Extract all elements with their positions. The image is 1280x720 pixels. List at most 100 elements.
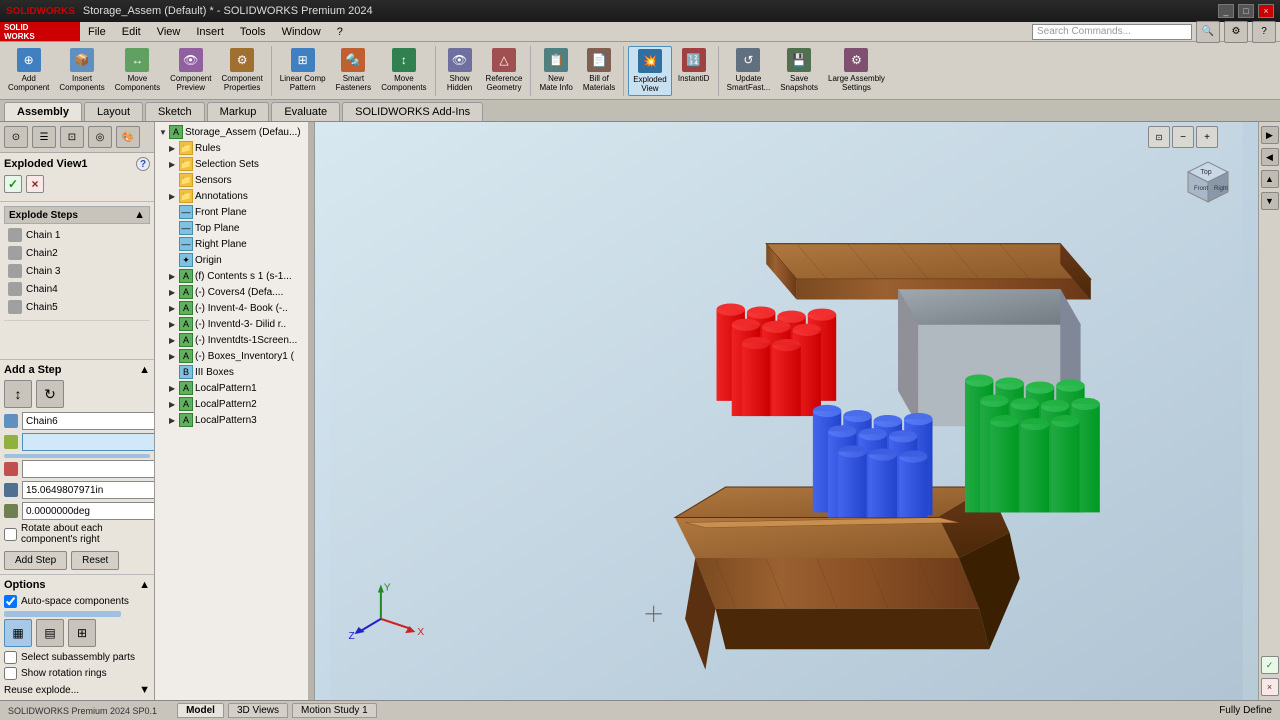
status-tab-motion[interactable]: Motion Study 1 — [292, 703, 377, 718]
select-subassembly-checkbox[interactable] — [4, 651, 17, 664]
tree-item-inventdts[interactable]: ▶ A (-) Inventdts-1Screen... — [167, 332, 306, 348]
tree-item-top-plane[interactable]: — Top Plane — [167, 220, 306, 236]
rotate-checkbox[interactable] — [4, 528, 17, 541]
minimize-button[interactable]: _ — [1218, 4, 1234, 18]
tree-item-inventd3[interactable]: ▶ A (-) Inventd-3- Dilid r.. — [167, 316, 306, 332]
menu-help[interactable]: ? — [329, 24, 351, 40]
tree-item-rules[interactable]: ▶ 📁 Rules — [167, 140, 306, 156]
opt-icon-3[interactable]: ⊞ — [68, 619, 96, 647]
add-step-header[interactable]: Add a Step ▲ — [4, 364, 150, 376]
insert-components-button[interactable]: 📦 InsertComponents — [55, 46, 108, 96]
distance-input[interactable] — [22, 481, 155, 499]
ref-geometry-button[interactable]: △ ReferenceGeometry — [482, 46, 527, 96]
move-comp2-button[interactable]: ↕ MoveComponents — [377, 46, 430, 96]
tree-item-covers[interactable]: ▶ A (-) Covers4 (Defa.... — [167, 284, 306, 300]
new-mate-button[interactable]: 📋 NewMate Info — [535, 46, 576, 96]
step-chain4[interactable]: Chain4 — [4, 280, 150, 298]
rpanel-btn-2[interactable]: ◀ — [1261, 148, 1279, 166]
search-input[interactable]: Search Commands... — [1032, 24, 1192, 40]
orientation-cube[interactable]: Top Front Right — [1178, 152, 1228, 202]
component-props-button[interactable]: ⚙ ComponentProperties — [217, 46, 266, 96]
angle-input[interactable] — [22, 502, 155, 520]
tree-item-selsets[interactable]: ▶ 📁 Selection Sets — [167, 156, 306, 172]
step-chain2[interactable]: Chain2 — [4, 244, 150, 262]
maximize-button[interactable]: □ — [1238, 4, 1254, 18]
panel-btn-3[interactable]: ⊡ — [60, 126, 84, 148]
tree-item-right-plane[interactable]: — Right Plane — [167, 236, 306, 252]
resize-handle[interactable] — [308, 122, 314, 700]
auto-space-checkbox[interactable] — [4, 595, 17, 608]
menu-insert[interactable]: Insert — [188, 24, 232, 40]
tree-item-lp1[interactable]: ▶ A LocalPattern1 — [167, 380, 306, 396]
confirm-close-button[interactable]: × — [26, 175, 44, 193]
tab-assembly[interactable]: Assembly — [4, 102, 82, 121]
tab-addins[interactable]: SOLIDWORKS Add-Ins — [342, 102, 483, 121]
large-assembly-button[interactable]: ⚙ Large AssemblySettings — [824, 46, 889, 96]
tree-item-contents[interactable]: ▶ A (f) Contents s 1 (s-1... — [167, 268, 306, 284]
rpanel-btn-1[interactable]: ▶ — [1261, 126, 1279, 144]
show-hidden-button[interactable]: 👁 ShowHidden — [440, 46, 480, 96]
smart-fasteners-button[interactable]: 🔩 SmartFasteners — [332, 46, 376, 96]
tree-item-lp3[interactable]: ▶ A LocalPattern3 — [167, 412, 306, 428]
step-name-input[interactable] — [22, 412, 155, 430]
linear-pattern-button[interactable]: ⊞ Linear CompPattern — [276, 46, 330, 96]
options-button[interactable]: ⚙ — [1224, 21, 1248, 43]
status-tab-3dviews[interactable]: 3D Views — [228, 703, 288, 718]
tree-item-annotations[interactable]: ▶ 📁 Annotations — [167, 188, 306, 204]
component-input[interactable] — [22, 433, 155, 451]
step-chain5[interactable]: Chain5 — [4, 298, 150, 316]
tab-evaluate[interactable]: Evaluate — [271, 102, 340, 121]
viewport-zoom-in-button[interactable]: + — [1196, 126, 1218, 148]
update-smartfast-button[interactable]: ↺ UpdateSmartFast... — [723, 46, 775, 96]
panel-btn-4[interactable]: ◎ — [88, 126, 112, 148]
direction-input[interactable] — [22, 460, 155, 478]
menu-file[interactable]: File — [80, 24, 114, 40]
menu-edit[interactable]: Edit — [114, 24, 149, 40]
tree-item-sensors[interactable]: 📁 Sensors — [167, 172, 306, 188]
reuse-arrow[interactable]: ▼ — [139, 684, 150, 696]
step-chain1[interactable]: Chain 1 — [4, 226, 150, 244]
step-chain3[interactable]: Chain 3 — [4, 262, 150, 280]
tab-sketch[interactable]: Sketch — [145, 102, 205, 121]
panel-btn-2[interactable]: ☰ — [32, 126, 56, 148]
menu-tools[interactable]: Tools — [232, 24, 274, 40]
rpanel-check-button[interactable]: ✓ — [1261, 656, 1279, 674]
reset-button[interactable]: Reset — [71, 551, 119, 570]
tree-item-boxes[interactable]: ▶ A (-) Boxes_Inventory1 ( — [167, 348, 306, 364]
panel-btn-5[interactable]: 🎨 — [116, 126, 140, 148]
component-preview-button[interactable]: 👁 ComponentPreview — [166, 46, 215, 96]
tree-item-origin[interactable]: ✦ Origin — [167, 252, 306, 268]
tree-item-front-plane[interactable]: — Front Plane — [167, 204, 306, 220]
search-button[interactable]: 🔍 — [1196, 21, 1220, 43]
tree-item-boxes2[interactable]: B III Boxes — [167, 364, 306, 380]
exploded-view-button[interactable]: 💥 ExplodedView — [628, 46, 671, 96]
menu-window[interactable]: Window — [274, 24, 329, 40]
show-rotation-checkbox[interactable] — [4, 667, 17, 680]
opt-icon-1[interactable]: ▦ — [4, 619, 32, 647]
viewport-zoom-out-button[interactable]: − — [1172, 126, 1194, 148]
tree-item-invent4[interactable]: ▶ A (-) Invent-4- Book (-.. — [167, 300, 306, 316]
help-icon[interactable]: ? — [136, 157, 150, 171]
save-snapshots-button[interactable]: 💾 SaveSnapshots — [776, 46, 822, 96]
help-icon-btn[interactable]: ? — [1252, 21, 1276, 43]
status-tab-model[interactable]: Model — [177, 703, 224, 718]
rpanel-btn-4[interactable]: ▼ — [1261, 192, 1279, 210]
options-header[interactable]: Options ▲ — [4, 579, 150, 591]
3d-viewport[interactable]: ↖ ↻ 🔍 ✋ □ ■ ⊡ ⊘ ◐ 💡 📷 — [315, 122, 1258, 700]
viewport-fit-button[interactable]: ⊡ — [1148, 126, 1170, 148]
tree-root[interactable]: ▼ A Storage_Assem (Defau...) — [157, 124, 306, 140]
explode-steps-header[interactable]: Explode Steps ▲ — [4, 206, 150, 224]
panel-btn-1[interactable]: ⊙ — [4, 126, 28, 148]
tab-layout[interactable]: Layout — [84, 102, 143, 121]
rpanel-close-button[interactable]: × — [1261, 678, 1279, 696]
move-components-button[interactable]: ↔ MoveComponents — [111, 46, 164, 96]
add-step-button[interactable]: Add Step — [4, 551, 67, 570]
confirm-check-button[interactable]: ✓ — [4, 175, 22, 193]
explode-mode-icon[interactable]: ↕ — [4, 380, 32, 408]
rotate-mode-icon[interactable]: ↻ — [36, 380, 64, 408]
tab-markup[interactable]: Markup — [207, 102, 270, 121]
menu-view[interactable]: View — [149, 24, 189, 40]
bom-button[interactable]: 📄 Bill ofMaterials — [579, 46, 619, 96]
opt-icon-2[interactable]: ▤ — [36, 619, 64, 647]
rpanel-btn-3[interactable]: ▲ — [1261, 170, 1279, 188]
